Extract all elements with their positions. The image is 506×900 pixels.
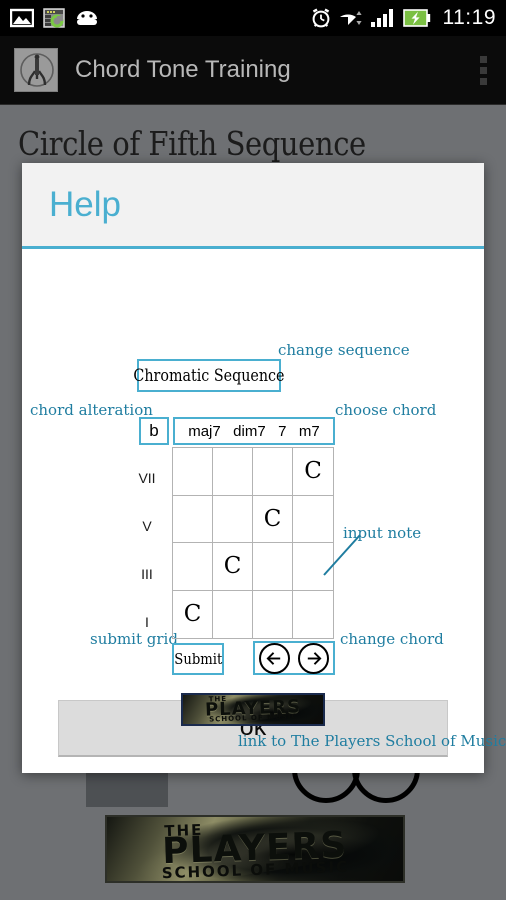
chord-alteration-button[interactable]: b [139, 417, 169, 445]
chord-tone-app-icon [14, 48, 58, 92]
wifi-icon [339, 11, 362, 25]
submit-button-label: Submit [173, 650, 223, 668]
grid-row-label-i: I [145, 614, 149, 630]
chord-option-m7[interactable]: m7 [299, 423, 320, 440]
annotation-chord-alteration: chord alteration [30, 401, 153, 419]
annotation-choose-chord: choose chord [335, 401, 437, 419]
chord-chooser[interactable]: maj7 dim7 7 m7 [173, 417, 335, 445]
grid-cell[interactable] [213, 495, 253, 543]
status-bar: 11:19 [0, 0, 506, 36]
sequence-button[interactable]: Chromatic Sequence [133, 359, 285, 392]
note-grid: C C C C [172, 447, 334, 639]
arrow-right-circle-icon[interactable] [298, 642, 329, 674]
grid-row-label-vii: VII [138, 470, 156, 486]
android-screen: Circle of Fifth Sequence THE PLAYERS SCH… [0, 0, 506, 900]
chord-alteration-label: b [149, 421, 159, 440]
dialog-title: Help [49, 184, 121, 224]
grid-cell[interactable] [213, 590, 253, 638]
annotation-submit-grid: submit grid [90, 630, 178, 648]
signal-bars-icon [370, 9, 393, 27]
grid-row-label-iii: III [141, 566, 153, 582]
status-bar-notifications [10, 8, 100, 28]
dialog-players-school-banner[interactable]: THE PLAYERS SCHOOL OF MUSIC [181, 693, 325, 726]
players-school-banner[interactable]: THE PLAYERS SCHOOL OF MUSIC [105, 815, 405, 883]
action-bar: Chord Tone Training [0, 36, 506, 105]
dialog-banner-line-school: SCHOOL OF MUSIC [208, 713, 298, 725]
page-title: Circle of Fifth Sequence [18, 124, 366, 163]
chord-option-dim7[interactable]: dim7 [233, 423, 266, 440]
battery-charging-icon [402, 9, 430, 27]
change-chord-controls [253, 641, 335, 675]
overflow-menu-icon[interactable] [468, 47, 498, 93]
android-robot-icon [77, 10, 97, 25]
grid-row-label-v: V [142, 518, 152, 534]
status-bar-clock: 11:19 [442, 6, 496, 29]
annotation-change-sequence: change sequence [278, 341, 410, 359]
background-panel [86, 772, 168, 807]
input-note-pointer-icon [323, 534, 361, 576]
dialog-body: change sequence chord alteration choose … [22, 249, 506, 750]
grid-cell[interactable] [173, 448, 213, 496]
chord-option-7[interactable]: 7 [278, 423, 286, 440]
banner-line-school: SCHOOL OF MUSIC [161, 857, 350, 883]
grid-cell[interactable] [293, 591, 333, 639]
alarm-icon [312, 8, 329, 28]
grid-cell[interactable] [253, 543, 293, 591]
image-icon [10, 8, 34, 28]
submit-button[interactable]: Submit [172, 643, 224, 675]
grid-cell[interactable]: C [253, 495, 293, 543]
grid-cell[interactable] [173, 495, 213, 543]
grid-cell[interactable]: C [173, 590, 213, 638]
app-title: Chord Tone Training [75, 56, 291, 83]
app-update-icon [43, 8, 65, 28]
status-bar-system-icons: 11:19 [310, 6, 497, 30]
dialog-header: Help [22, 163, 484, 249]
help-dialog: Help change sequence chord alteration ch… [22, 163, 506, 773]
grid-cell[interactable] [253, 448, 293, 496]
grid-cell[interactable]: C [213, 543, 253, 591]
arrow-left-circle-icon[interactable] [259, 642, 290, 674]
grid-cell[interactable] [213, 448, 253, 496]
sequence-button-label: Chromatic Sequence [133, 365, 285, 386]
chord-option-maj7[interactable]: maj7 [188, 423, 221, 440]
grid-cell[interactable] [253, 590, 293, 638]
grid-cell[interactable]: C [293, 448, 333, 496]
annotation-change-chord: change chord [340, 630, 444, 648]
grid-cell[interactable] [173, 543, 213, 591]
annotation-school-link: link to The Players School of Music [238, 732, 506, 750]
